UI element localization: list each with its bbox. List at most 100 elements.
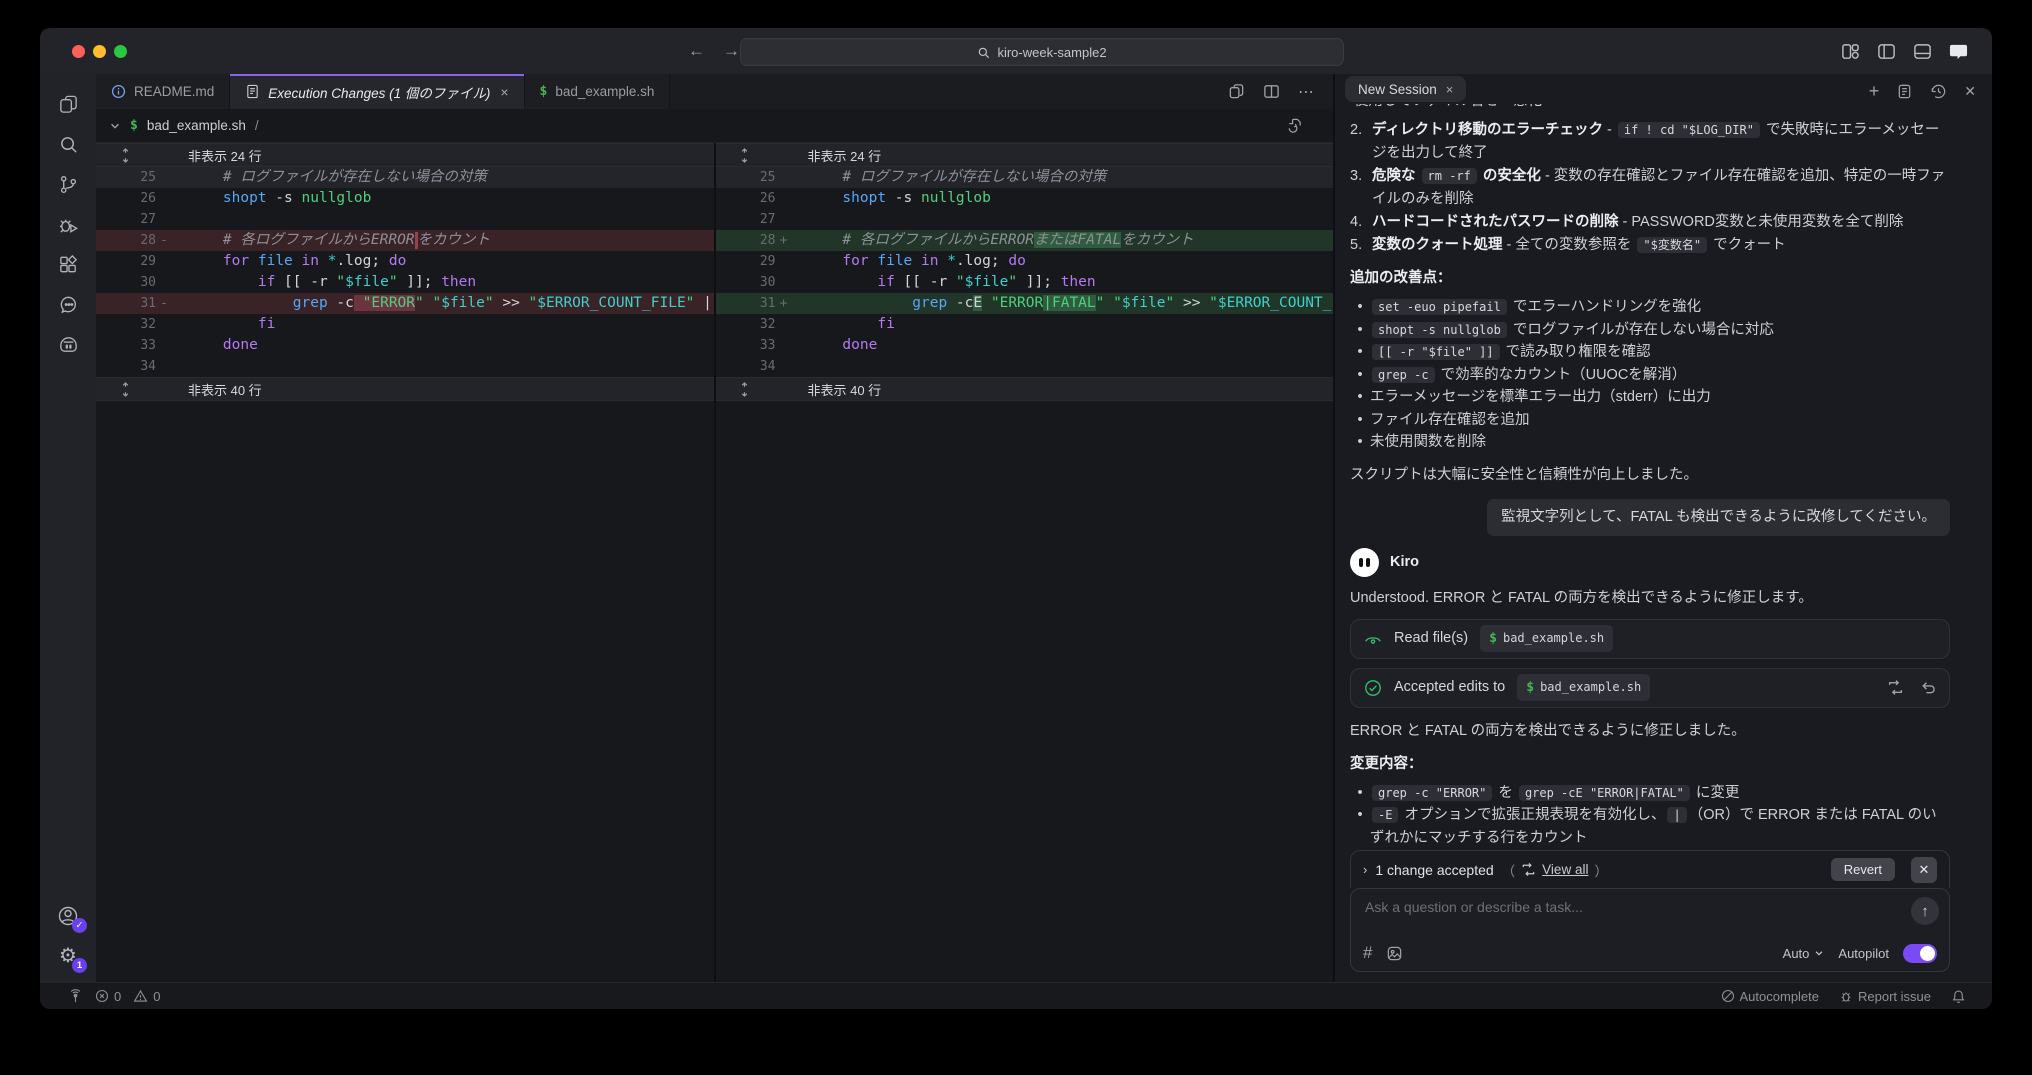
history-back-button[interactable]: ← [688,41,705,61]
line-number: 31 [716,296,776,311]
open-changes-icon[interactable] [1228,83,1245,100]
minimize-window-button[interactable] [93,45,106,58]
changes-accepted-bar[interactable]: › 1 change accepted （ View all ） Revert … [1350,850,1950,888]
unfold-icon[interactable] [716,382,774,397]
code-line[interactable]: 31- grep -c "ERROR" "$file" >> "$ERROR_C… [96,293,714,314]
extensions-icon[interactable] [45,244,91,284]
code-line[interactable]: 32 fi [96,314,714,335]
unfold-icon[interactable] [716,148,774,163]
shellscript-icon: $ [1526,676,1534,699]
task-list-icon[interactable] [1896,83,1913,100]
file-chip[interactable]: $bad_example.sh [1480,625,1613,652]
attach-image-icon[interactable] [1386,945,1403,962]
unfold-icon[interactable] [96,382,154,397]
activity-bar: ✓ ⚙ 1 [40,74,96,982]
tab-bad-example[interactable]: $ bad_example.sh [525,74,671,109]
code-line[interactable]: 34 [96,356,714,377]
code-line[interactable]: 25 # ログファイルが存在しない場合の対策 [96,167,714,188]
autocomplete-status[interactable]: Autocomplete [1721,989,1820,1004]
inline-code: -E [1372,807,1398,823]
maximize-window-button[interactable] [114,45,127,58]
folded-region[interactable]: 非表示 40 行 [716,377,1334,401]
source-control-icon[interactable] [45,164,91,204]
hidden-lines-label: 非表示 24 行 [154,146,262,165]
remote-indicator-icon[interactable] [68,989,83,1004]
code-line[interactable]: 30 if [[ -r "$file" ]]; then [716,272,1334,293]
history-icon[interactable] [1930,83,1947,100]
chat-view-icon[interactable] [45,284,91,324]
code-line[interactable]: 26 shopt -s nullglob [716,188,1334,209]
split-editor-icon[interactable] [1263,83,1280,100]
code-line[interactable]: 29 for file in *.log; do [96,251,714,272]
paren: ） [1594,860,1608,880]
revert-button[interactable]: Revert [1831,858,1895,881]
kiro-agent-icon[interactable] [45,324,91,364]
breadcrumb[interactable]: $ bad_example.sh / [96,109,1333,142]
close-window-button[interactable] [72,45,85,58]
problems-warnings[interactable]: 0 [133,989,160,1004]
code-line[interactable]: 33 done [716,335,1334,356]
code-line[interactable]: 27 [96,209,714,230]
code-line[interactable]: 30 if [[ -r "$file" ]]; then [96,272,714,293]
code-line[interactable]: 32 fi [716,314,1334,335]
code-line[interactable]: 25 # ログファイルが存在しない場合の対策 [716,167,1334,188]
diff-modified-pane[interactable]: 非表示 24 行 25 # ログファイルが存在しない場合の対策26 shopt … [716,143,1334,982]
unfold-icon[interactable] [96,148,154,163]
file-chip[interactable]: $bad_example.sh [1517,674,1650,701]
problems-errors[interactable]: 0 [95,989,121,1004]
context-hash-button[interactable]: # [1363,943,1372,963]
account-icon[interactable]: ✓ [45,896,91,936]
code-line[interactable]: 27 [716,209,1334,230]
code-line[interactable]: 31+ grep -cE "ERROR|FATAL" "$file" >> "$… [716,293,1334,314]
autopilot-toggle[interactable] [1903,944,1937,963]
undo-icon[interactable] [1919,679,1936,696]
toggle-chat-icon[interactable] [1949,42,1968,61]
line-number: 27 [716,212,776,227]
send-button[interactable]: ↑ [1911,897,1939,925]
settings-gear-icon[interactable]: ⚙ 1 [45,936,91,976]
explorer-icon[interactable] [45,84,91,124]
close-tab-icon[interactable]: × [500,84,508,100]
code-line[interactable]: 26 shopt -s nullglob [96,188,714,209]
chevron-down-icon[interactable] [109,120,121,132]
hidden-lines-label: 非表示 40 行 [774,380,882,399]
run-debug-icon[interactable] [45,204,91,244]
tool-card[interactable]: Read file(s)$bad_example.sh [1350,619,1950,659]
history-forward-button[interactable]: → [723,41,740,61]
toggle-panel-icon[interactable] [1913,42,1932,61]
code-line[interactable]: 28- # 各ログファイルからERRORをカウント [96,230,714,251]
diff-marker [156,275,172,290]
toggle-primary-sidebar-icon[interactable] [1877,42,1896,61]
view-all-link[interactable]: View all [1542,862,1588,877]
close-panel-icon[interactable]: ✕ [1964,83,1976,100]
command-center-search[interactable]: kiro-week-sample2 [740,38,1344,66]
code-line[interactable]: 29 for file in *.log; do [716,251,1334,272]
new-session-icon[interactable]: + [1869,82,1880,100]
view-diff-icon[interactable] [1887,679,1904,696]
chat-input[interactable]: Ask a question or describe a task... ↑ #… [1350,888,1950,972]
line-gutter: 34 [716,359,808,374]
expand-chevron-icon[interactable]: › [1363,862,1367,877]
code-line[interactable]: 33 done [96,335,714,356]
open-file-icon[interactable] [1286,117,1303,134]
breadcrumb-file[interactable]: bad_example.sh [147,118,246,133]
code-line[interactable]: 34 [716,356,1334,377]
close-session-icon[interactable]: × [1446,82,1454,97]
folded-region[interactable]: 非表示 24 行 [96,143,714,167]
code-line[interactable]: 28+ # 各ログファイルからERRORまたはFATALをカウント [716,230,1334,251]
tab-readme[interactable]: README.md [96,74,230,109]
customize-layout-icon[interactable] [1841,42,1860,61]
user-message[interactable]: 監視文字列として、FATAL も検出できるように改修してください。 [1487,499,1950,536]
report-issue[interactable]: Report issue [1839,989,1931,1004]
tab-execution-changes[interactable]: Execution Changes (1 個のファイル) × [230,74,524,109]
folded-region[interactable]: 非表示 24 行 [716,143,1334,167]
folded-region[interactable]: 非表示 40 行 [96,377,714,401]
more-actions-icon[interactable]: ⋯ [1298,82,1315,102]
session-tab[interactable]: New Session × [1345,76,1466,102]
dismiss-button[interactable]: ✕ [1911,857,1937,883]
diff-original-pane[interactable]: 非表示 24 行 25 # ログファイルが存在しない場合の対策26 shopt … [96,143,716,982]
notifications-bell-icon[interactable] [1951,989,1966,1004]
mode-selector[interactable]: Auto [1783,946,1825,961]
tool-card[interactable]: Accepted edits to$bad_example.sh [1350,668,1950,708]
search-view-icon[interactable] [45,124,91,164]
